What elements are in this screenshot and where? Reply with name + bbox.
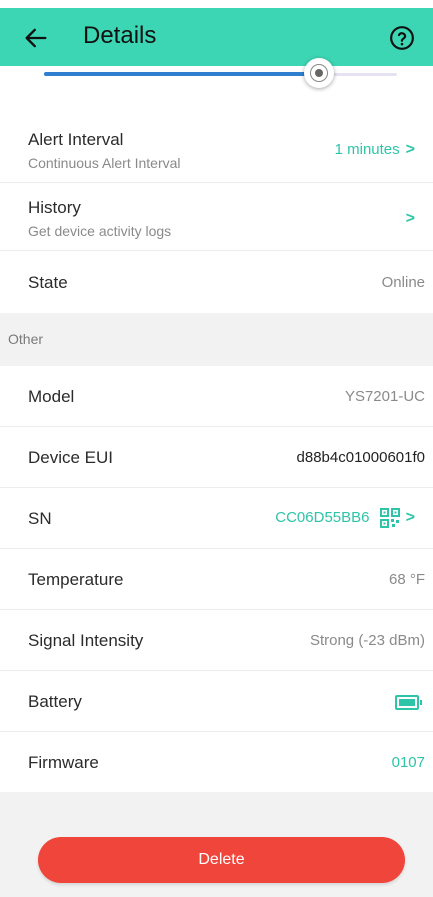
alert-interval-label: Alert Interval xyxy=(28,130,124,149)
history-chevron-wrap: > xyxy=(400,210,415,228)
firmware-row: Firmware 0107 xyxy=(0,732,433,792)
section-title: Other xyxy=(8,331,44,347)
device-eui-row: Device EUI d88b4c01000601f0 xyxy=(0,427,433,488)
slider-thumb[interactable] xyxy=(304,58,335,88)
sn-row[interactable]: SN CC06D55BB6 > xyxy=(0,488,433,549)
battery-value-wrap xyxy=(395,693,422,710)
state-value: Online xyxy=(381,274,425,291)
chevron-right-icon: > xyxy=(405,141,415,158)
delete-button[interactable]: Delete xyxy=(38,837,405,883)
sn-label: SN xyxy=(28,509,52,528)
signal-value: Strong (-23 dBm) xyxy=(309,632,425,649)
history-label: History xyxy=(28,198,81,217)
page-title: Details xyxy=(83,22,157,49)
battery-row: Battery xyxy=(0,671,433,732)
arrow-left-icon[interactable] xyxy=(22,24,50,52)
state-row: State Online xyxy=(0,251,433,313)
section-header-other: Other xyxy=(0,313,433,366)
battery-label: Battery xyxy=(28,692,82,711)
temperature-label: Temperature xyxy=(28,570,124,589)
model-value: YS7201-UC xyxy=(344,388,425,405)
state-label: State xyxy=(28,273,68,292)
alert-interval-row[interactable]: Alert Interval Continuous Alert Interval… xyxy=(0,114,433,183)
help-circle-icon[interactable] xyxy=(389,25,415,51)
sn-value-wrap: CC06D55BB6 > xyxy=(275,508,415,528)
alert-interval-value-wrap: 1 minutes > xyxy=(335,141,415,159)
interval-slider[interactable] xyxy=(0,58,433,114)
firmware-value: 0107 xyxy=(391,754,425,771)
temperature-value: 68 °F xyxy=(388,571,425,588)
chevron-right-icon: > xyxy=(405,508,415,526)
signal-label: Signal Intensity xyxy=(28,631,144,650)
alert-interval-value: 1 minutes xyxy=(334,141,400,158)
battery-full-icon xyxy=(395,694,422,710)
sn-value: CC06D55BB6 xyxy=(275,508,370,526)
device-eui-label: Device EUI xyxy=(28,448,114,467)
model-label: Model xyxy=(28,387,75,406)
history-row[interactable]: History Get device activity logs > xyxy=(0,183,433,251)
chevron-right-icon: > xyxy=(405,210,415,227)
temperature-row: Temperature 68 °F xyxy=(0,549,433,610)
model-row: Model YS7201-UC xyxy=(0,366,433,427)
signal-row: Signal Intensity Strong (-23 dBm) xyxy=(0,610,433,671)
qr-code-icon[interactable] xyxy=(379,508,400,528)
app-header: Details xyxy=(0,8,433,66)
device-eui-value: d88b4c01000601f0 xyxy=(296,449,425,466)
firmware-label: Firmware xyxy=(28,753,99,772)
slider-fill xyxy=(44,72,320,76)
alert-interval-sub: Continuous Alert Interval xyxy=(28,155,181,171)
history-sub: Get device activity logs xyxy=(28,223,172,239)
